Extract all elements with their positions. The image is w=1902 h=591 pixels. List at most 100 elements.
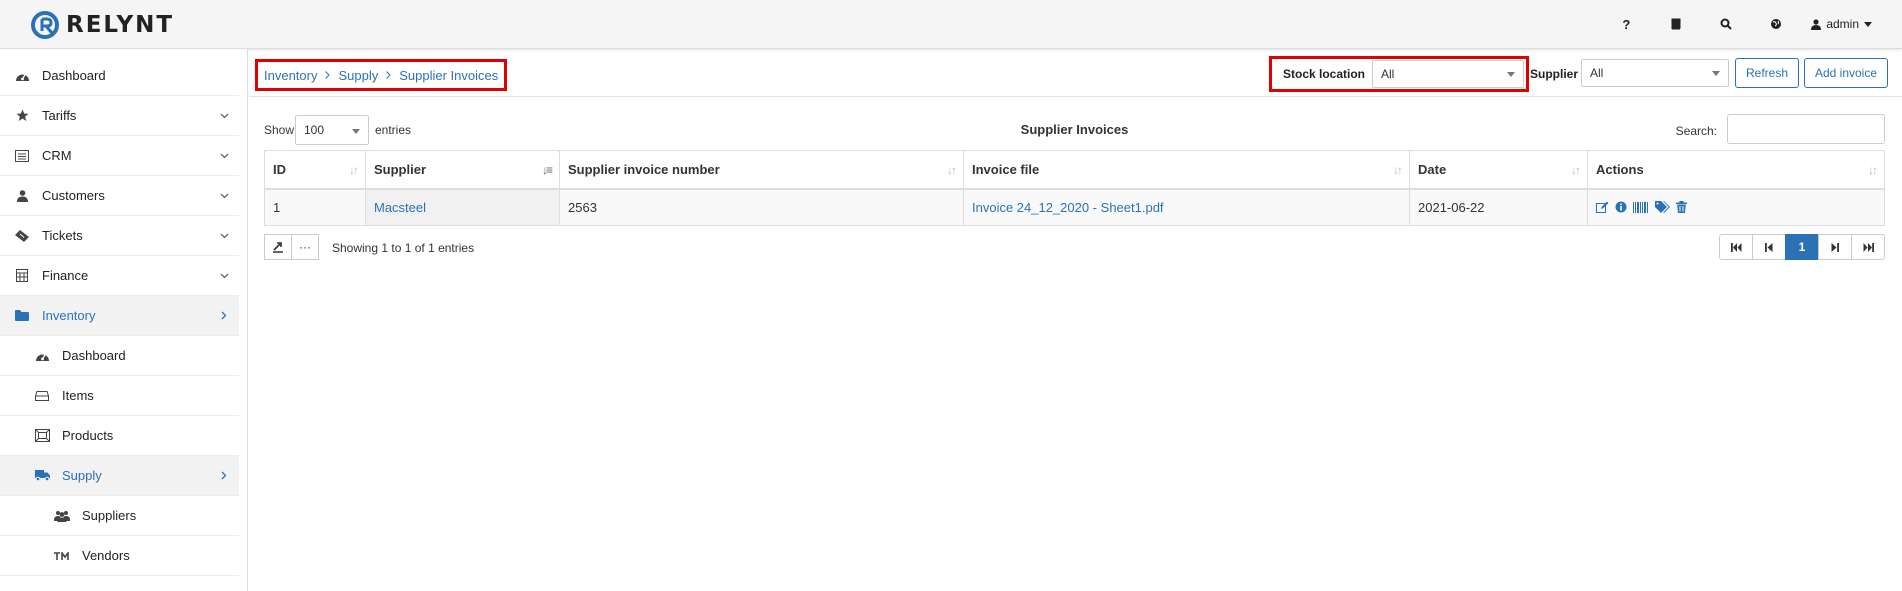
logo[interactable]: RELYNT [30, 10, 174, 40]
sidebar-item-products[interactable]: Products [0, 416, 239, 456]
export-icon [273, 242, 283, 253]
star-icon [14, 108, 30, 124]
caret-down-icon [1507, 72, 1515, 77]
sidebar-item-inventory[interactable]: Inventory [0, 296, 239, 336]
user-icon [1811, 18, 1822, 30]
chevron-right-icon [219, 311, 229, 321]
barcode-icon[interactable] [1633, 201, 1649, 213]
entries-label: entries [375, 123, 412, 137]
add-invoice-button[interactable]: Add invoice [1804, 58, 1888, 88]
prev-page-icon [1765, 242, 1773, 252]
top-header: RELYNT ? admin [0, 0, 1902, 49]
sidebar-item-tariffs[interactable]: Tariffs [0, 96, 239, 136]
chevron-right-icon [219, 471, 229, 481]
column-header-actions[interactable]: Actions ↓↑ [1587, 150, 1885, 190]
supplier-value: All [1590, 66, 1604, 80]
sort-icon: ↓↑ [349, 163, 359, 177]
book-icon[interactable] [1651, 18, 1701, 30]
sidebar-item-supply[interactable]: Supply [0, 456, 239, 496]
table-row: 1 Macsteel 2563 Invoice 24_12_2020 - She… [264, 188, 1885, 226]
cell-id: 1 [264, 188, 366, 226]
first-page-icon [1730, 242, 1741, 252]
next-page-button[interactable] [1818, 234, 1852, 260]
help-icon[interactable]: ? [1601, 17, 1651, 32]
supplier-filter-label: Supplier [1530, 67, 1579, 81]
page-header: Inventory Supply Supplier Invoices Stock… [249, 49, 1902, 97]
page-size-value: 100 [304, 123, 325, 137]
sidebar-item-crm[interactable]: CRM [0, 136, 239, 176]
info-icon[interactable] [1615, 201, 1627, 213]
globe-icon[interactable] [1751, 18, 1801, 30]
logo-text: RELYNT [66, 12, 175, 38]
sidebar-item-items[interactable]: Items [0, 376, 239, 416]
column-header-supplier[interactable]: Supplier ↓≡ [365, 150, 560, 190]
breadcrumb-supplier-invoices[interactable]: Supplier Invoices [399, 68, 498, 83]
tags-icon[interactable] [1655, 201, 1670, 214]
trademark-icon [54, 548, 70, 564]
cell-supplier: Macsteel [365, 188, 560, 226]
stock-location-filter: Stock location All [1269, 56, 1529, 92]
page-size-select[interactable]: 100 [295, 115, 369, 145]
sidebar-item-suppliers[interactable]: Suppliers [0, 496, 239, 536]
cell-invoice-number: 2563 [559, 188, 964, 226]
sidebar-item-tickets[interactable]: Tickets [0, 216, 239, 256]
relynt-logo-icon [31, 11, 59, 39]
sidebar-item-vendors[interactable]: Vendors [0, 536, 239, 576]
column-header-invoice-file[interactable]: Invoice file ↓↑ [963, 150, 1410, 190]
main-content: Inventory Supply Supplier Invoices Stock… [249, 49, 1902, 591]
supplier-link[interactable]: Macsteel [374, 200, 426, 215]
first-page-button[interactable] [1719, 234, 1753, 260]
sidebar-item-label: Suppliers [82, 508, 137, 523]
column-header-id[interactable]: ID ↓↑ [264, 150, 366, 190]
folder-icon [14, 308, 30, 324]
breadcrumb: Inventory Supply Supplier Invoices [255, 59, 508, 91]
breadcrumb-inventory[interactable]: Inventory [264, 68, 317, 83]
column-label: ID [273, 161, 286, 177]
more-options-button[interactable]: ··· [291, 234, 319, 260]
breadcrumb-supply[interactable]: Supply [338, 68, 378, 83]
sidebar-item-inventory-dashboard[interactable]: Dashboard [0, 336, 239, 376]
sort-icon: ↓↑ [1393, 163, 1403, 177]
cell-actions [1587, 188, 1885, 226]
export-button[interactable] [264, 234, 292, 260]
column-header-date[interactable]: Date ↓↑ [1409, 150, 1588, 190]
dashboard-icon [14, 68, 30, 84]
invoice-file-link[interactable]: Invoice 24_12_2020 - Sheet1.pdf [972, 200, 1164, 215]
last-page-button[interactable] [1851, 234, 1885, 260]
last-page-icon [1863, 242, 1874, 252]
chevron-down-icon [219, 111, 229, 121]
column-header-invoice-number[interactable]: Supplier invoice number ↓↑ [559, 150, 964, 190]
stock-location-label: Stock location [1283, 67, 1366, 81]
sidebar-item-finance[interactable]: Finance [0, 256, 239, 296]
user-menu[interactable]: admin [1811, 17, 1872, 31]
calculator-icon [14, 268, 30, 284]
search-input[interactable] [1727, 114, 1885, 144]
search-label: Search: [1675, 124, 1717, 138]
cell-invoice-file: Invoice 24_12_2020 - Sheet1.pdf [963, 188, 1410, 226]
sidebar-item-dashboard[interactable]: Dashboard [0, 56, 239, 96]
chevron-down-icon [219, 191, 229, 201]
table-title: Supplier Invoices [1020, 122, 1129, 137]
sidebar-item-label: Tickets [42, 228, 83, 243]
sidebar-item-label: Dashboard [62, 348, 126, 363]
column-label: Date [1418, 161, 1447, 177]
table-controls: Show 100 entries Supplier Invoices Searc… [264, 114, 1885, 146]
prev-page-button[interactable] [1752, 234, 1786, 260]
column-label: Supplier invoice number [568, 161, 720, 177]
table-footer: ··· Showing 1 to 1 of 1 entries 1 [264, 234, 1885, 262]
column-label: Actions [1596, 161, 1644, 177]
edit-icon[interactable] [1596, 201, 1609, 214]
page-button-current[interactable]: 1 [1785, 234, 1819, 260]
sidebar-item-label: Items [62, 388, 94, 403]
trash-icon[interactable] [1676, 201, 1687, 214]
user-icon [14, 188, 30, 204]
sidebar-item-label: CRM [42, 148, 72, 163]
sort-icon: ↓↑ [1868, 163, 1878, 177]
next-page-icon [1831, 242, 1839, 252]
stock-location-select[interactable]: All [1372, 60, 1524, 88]
refresh-button[interactable]: Refresh [1735, 58, 1799, 88]
sidebar-item-customers[interactable]: Customers [0, 176, 239, 216]
search-icon[interactable] [1701, 18, 1751, 30]
supplier-select[interactable]: All [1581, 59, 1729, 87]
sidebar-item-label: Finance [42, 268, 89, 283]
